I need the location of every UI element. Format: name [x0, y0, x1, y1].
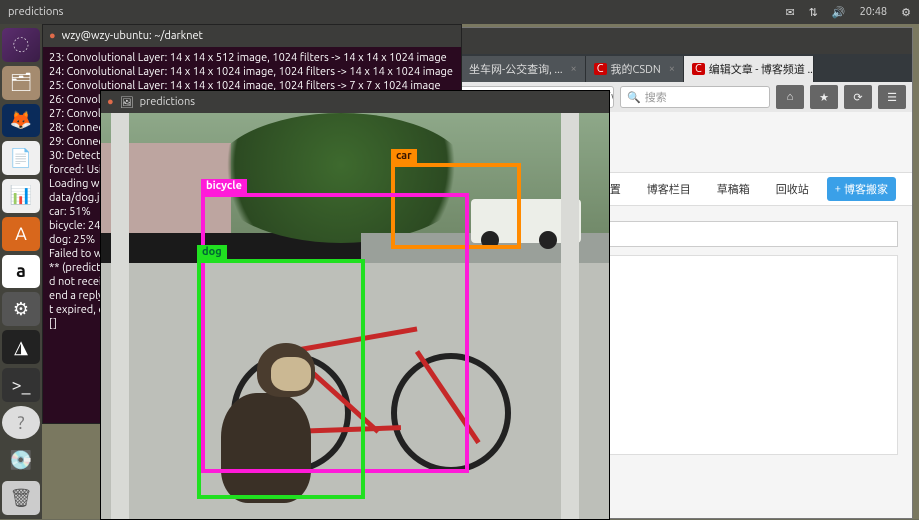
bookmark-icon[interactable]: ★	[810, 85, 838, 109]
bbox-dog: dog	[197, 259, 365, 499]
csdn-favicon: C	[594, 63, 607, 75]
devices-icon[interactable]: 💽	[2, 443, 40, 477]
software-icon[interactable]: A	[2, 217, 40, 251]
help-icon[interactable]: ?	[2, 406, 40, 440]
clock[interactable]: 20:48	[860, 6, 888, 18]
tab-4[interactable]: C 编辑文章 - 博客频道 ...	[684, 56, 814, 82]
search-placeholder: 搜索	[645, 89, 667, 105]
power-icon[interactable]: ⚙	[901, 6, 911, 19]
blog-move-button[interactable]: +博客搬家	[827, 177, 896, 201]
close-icon[interactable]: ×	[669, 63, 675, 75]
tab-label: 我的CSDN	[611, 61, 661, 77]
sound-icon[interactable]: 🔊	[832, 6, 846, 19]
tab-2[interactable]: 坐车网-公交查询, ... ×	[461, 56, 586, 82]
sync-icon[interactable]: ⟳	[844, 85, 872, 109]
close-icon[interactable]: ×	[571, 63, 577, 75]
writer-icon[interactable]: 📄	[2, 141, 40, 175]
viewer-canvas[interactable]: car bicycle dog	[101, 113, 609, 519]
tab-label: 坐车网-公交查询, ...	[469, 61, 563, 77]
image-viewer-window: ● 🖼 predictions	[100, 90, 610, 520]
terminal-icon[interactable]: >_	[2, 368, 40, 402]
amazon-icon[interactable]: a	[2, 255, 40, 289]
unity-launcher: ◌ 🗂 🦊 📄 📊 A a ⚙ ◮ >_ ? 💽 🗑	[0, 24, 42, 519]
bbox-label: bicycle	[201, 179, 247, 193]
bbox-label: car	[391, 149, 417, 163]
viewer-title-text: predictions	[140, 96, 195, 108]
bbox-label: dog	[197, 245, 227, 259]
nav-columns[interactable]: 博客栏目	[639, 175, 699, 203]
tab-3[interactable]: C 我的CSDN ×	[586, 56, 684, 82]
nav-recycle[interactable]: 回收站	[768, 175, 817, 203]
plus-icon: +	[835, 183, 841, 195]
close-icon[interactable]: ●	[107, 96, 114, 108]
terminal-titlebar[interactable]: ● wzy@wzy-ubuntu: ~/darknet	[43, 25, 461, 47]
top-menu-bar: predictions ✉ ⇅ 🔊 20:48 ⚙	[0, 0, 919, 24]
tab-label: 编辑文章 - 博客频道 ...	[709, 61, 814, 77]
app-icon: 🖼	[120, 96, 134, 109]
settings-icon[interactable]: ⚙	[2, 292, 40, 326]
nav-drafts[interactable]: 草稿箱	[709, 175, 758, 203]
terminal-line: 24: Convolutional Layer: 14 x 14 x 1024 …	[49, 65, 455, 79]
menu-icon[interactable]: ☰	[878, 85, 906, 109]
terminal-line: 23: Convolutional Layer: 14 x 14 x 512 i…	[49, 51, 455, 65]
search-icon: 🔍	[627, 91, 641, 104]
dash-icon[interactable]: ◌	[2, 28, 40, 62]
csdn-favicon: C	[692, 63, 705, 75]
trash-icon[interactable]: 🗑	[2, 481, 40, 515]
button-label: 博客搬家	[844, 181, 888, 197]
files-icon[interactable]: 🗂	[2, 66, 40, 100]
firefox-icon[interactable]: 🦊	[2, 104, 40, 138]
calc-icon[interactable]: 📊	[2, 179, 40, 213]
terminal-title-text: wzy@wzy-ubuntu: ~/darknet	[62, 30, 203, 42]
predictions-image: car bicycle dog	[101, 113, 609, 519]
active-window-title: predictions	[8, 6, 785, 18]
home-icon[interactable]: ⌂	[776, 85, 804, 109]
system-tray: ✉ ⇅ 🔊 20:48 ⚙	[785, 6, 911, 19]
close-icon[interactable]: ●	[49, 30, 56, 42]
nvidia-icon[interactable]: ◮	[2, 330, 40, 364]
search-input[interactable]: 🔍 搜索	[620, 86, 770, 108]
messaging-icon[interactable]: ✉	[785, 6, 794, 19]
viewer-titlebar[interactable]: ● 🖼 predictions	[101, 91, 609, 113]
network-icon[interactable]: ⇅	[809, 6, 818, 19]
